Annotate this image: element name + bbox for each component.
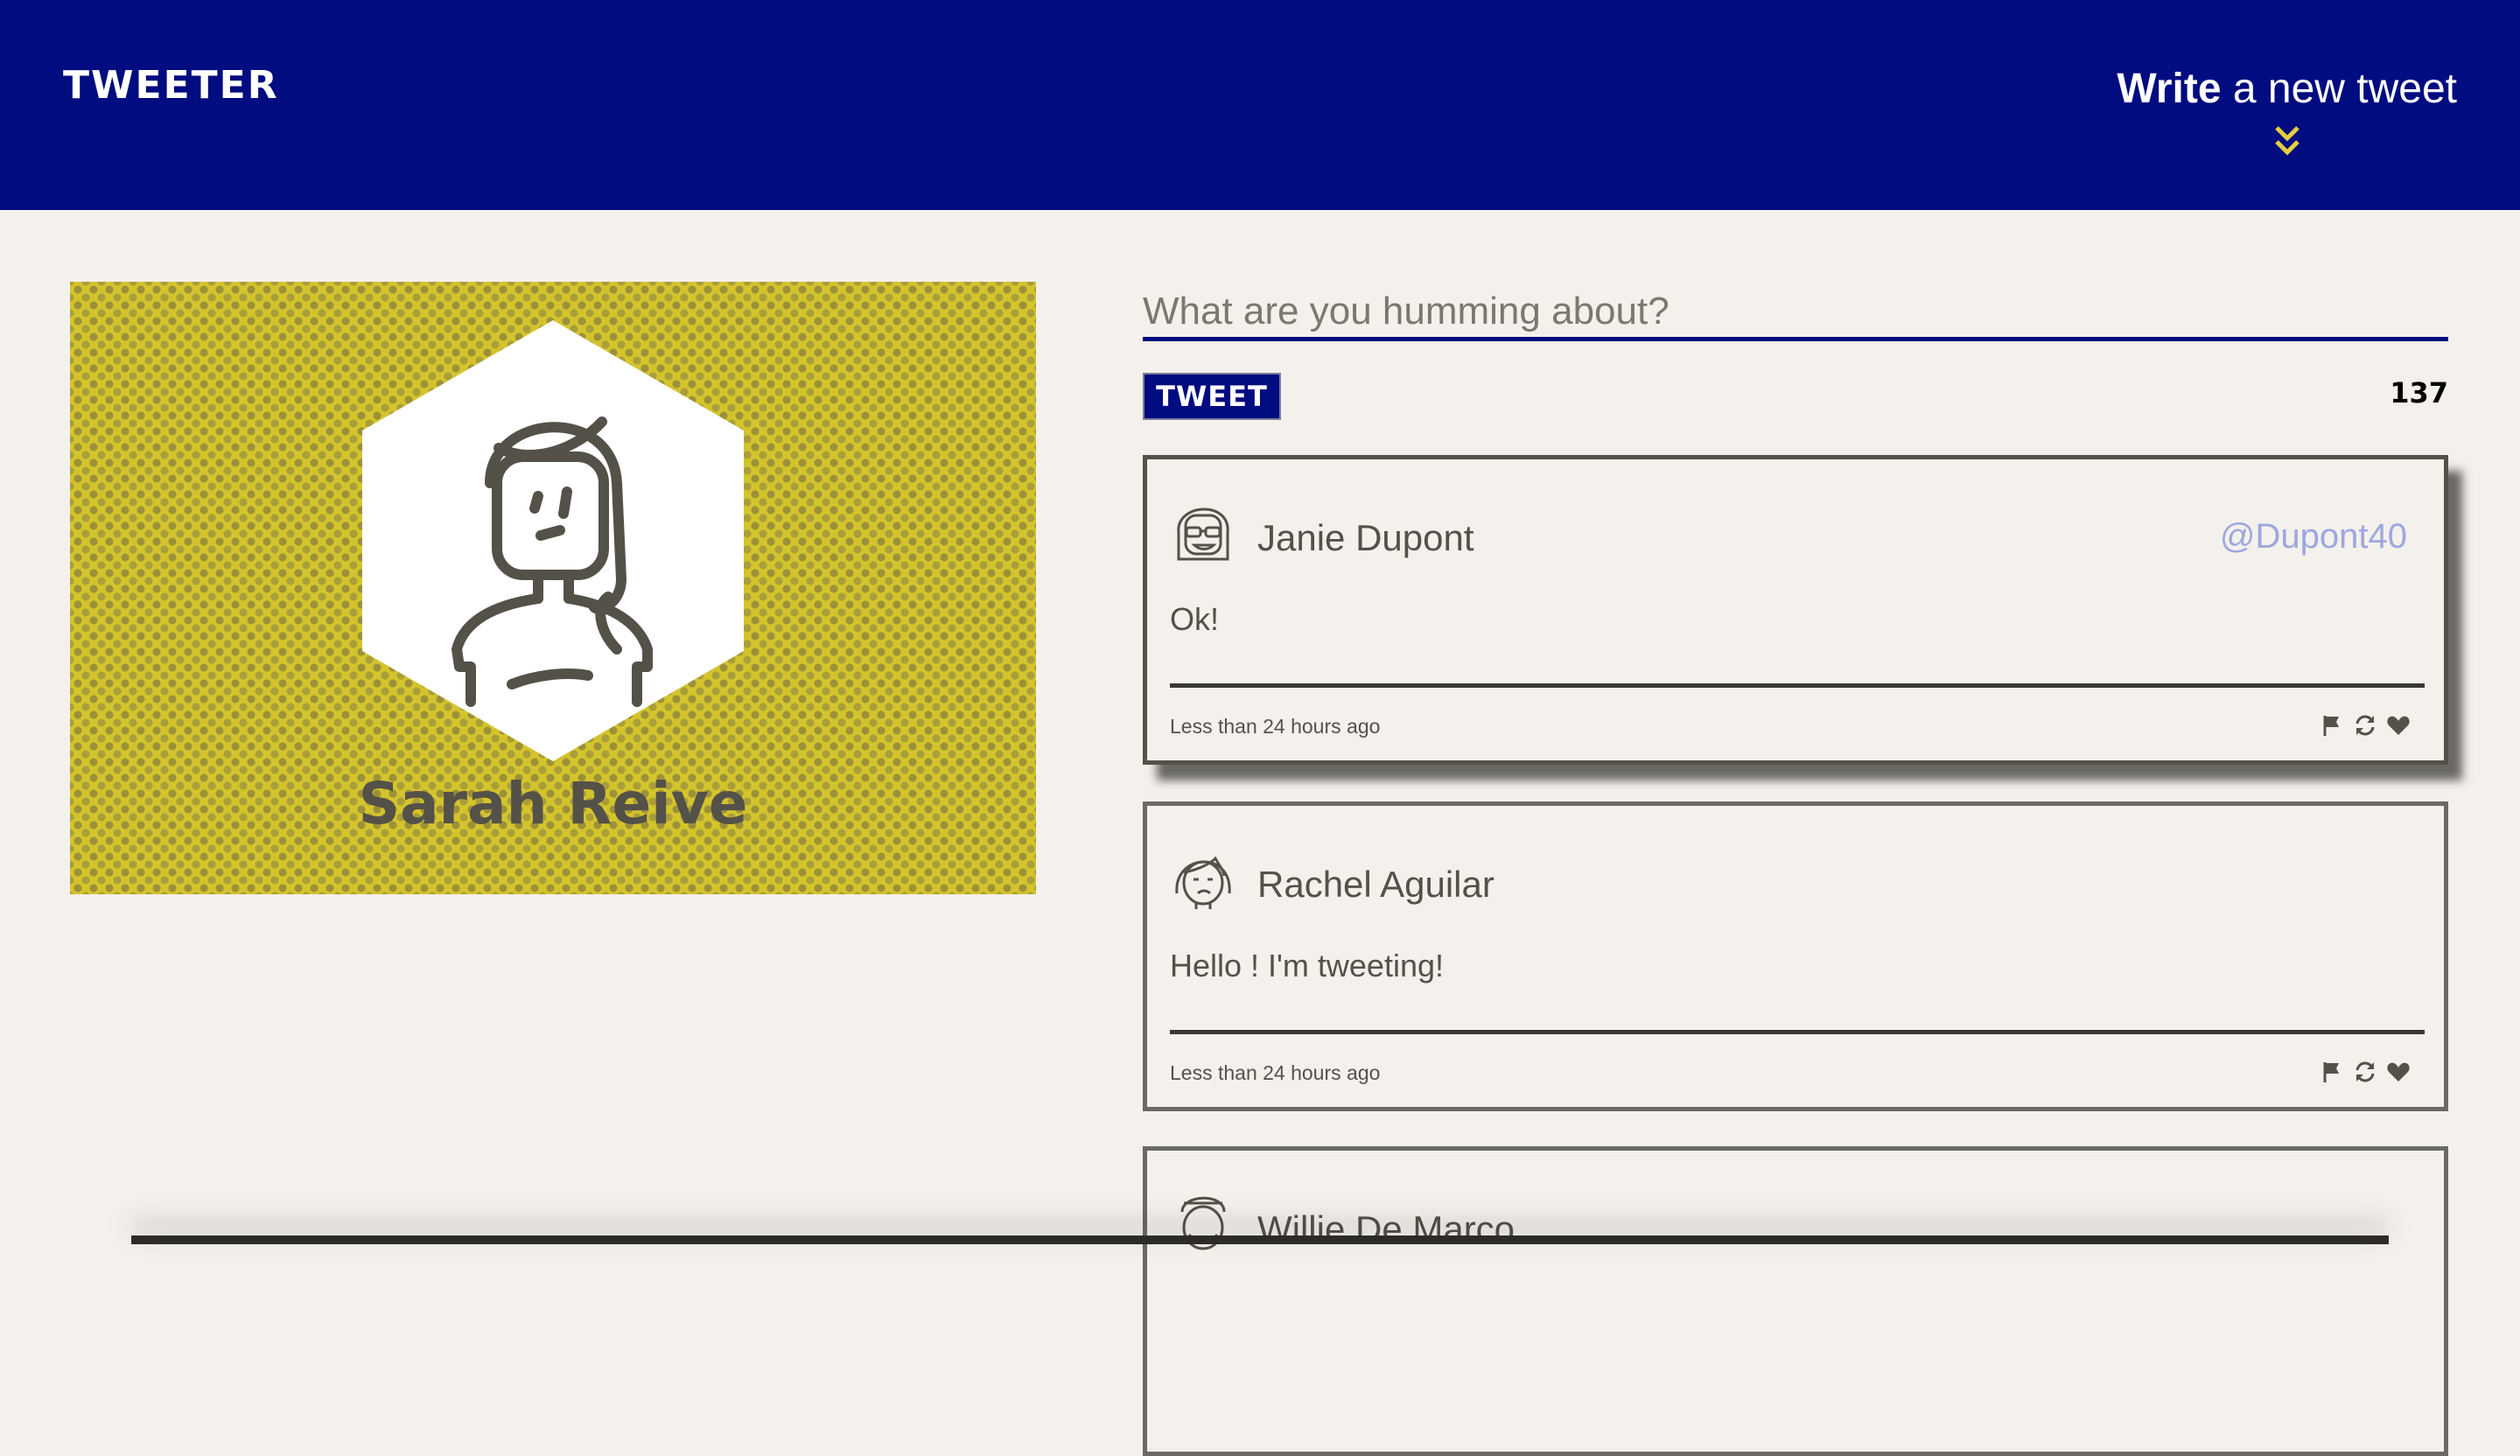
top-navbar: TWEETER Write a new tweet bbox=[0, 0, 2520, 210]
heart-icon[interactable] bbox=[2386, 713, 2411, 738]
tweet-text: Ok! bbox=[1170, 601, 1220, 637]
tweet-text: Hello ! I'm tweeting! bbox=[1170, 948, 1444, 984]
profile-avatar bbox=[362, 320, 744, 761]
tweet-text-input[interactable] bbox=[1143, 280, 2448, 341]
tweet-divider bbox=[1170, 1030, 2425, 1034]
flag-icon[interactable] bbox=[2320, 1060, 2344, 1084]
tweet-timestamp: Less than 24 hours ago bbox=[1170, 1061, 1381, 1084]
bottom-sheet-edge bbox=[131, 1236, 2389, 1244]
app-logo[interactable]: TWEETER bbox=[63, 63, 279, 108]
tweet-card: Rachel Aguilar Hello ! I'm tweeting! Les… bbox=[1143, 802, 2448, 1111]
tweet-submit-button[interactable]: TWEET bbox=[1143, 373, 1281, 420]
tweet-divider bbox=[1170, 683, 2425, 688]
write-new-tweet-toggle[interactable]: Write a new tweet bbox=[2117, 65, 2457, 156]
user-avatar-icon bbox=[1177, 508, 1229, 561]
double-chevron-down-icon[interactable] bbox=[2273, 124, 2301, 159]
retweet-icon[interactable] bbox=[2353, 713, 2377, 738]
user-avatar-icon bbox=[1175, 856, 1231, 909]
tweet-author-handle[interactable]: @Dupont40 bbox=[2220, 517, 2407, 556]
user-avatar-icon bbox=[1180, 1196, 1226, 1250]
char-counter: 137 bbox=[2390, 376, 2448, 410]
new-tweet-composer: TWEET 137 bbox=[1143, 280, 2448, 429]
tweet-actions bbox=[2320, 713, 2411, 738]
profile-card: Sarah Reive bbox=[70, 282, 1036, 894]
tweet-card: Willie De Marco bbox=[1143, 1146, 2448, 1456]
tweet-author-name: Rachel Aguilar bbox=[1257, 864, 1494, 905]
retweet-icon[interactable] bbox=[2353, 1060, 2377, 1084]
tweet-card: Janie Dupont @Dupont40 Ok! Less than 24 … bbox=[1143, 455, 2448, 765]
tweet-actions bbox=[2320, 1060, 2411, 1084]
write-new-tweet-label[interactable]: Write a new tweet bbox=[2117, 65, 2457, 113]
flag-icon[interactable] bbox=[2320, 713, 2344, 738]
profile-name: Sarah Reive bbox=[358, 770, 748, 837]
tweet-author-name: Janie Dupont bbox=[1257, 517, 1474, 558]
heart-icon[interactable] bbox=[2386, 1060, 2411, 1084]
tweet-timestamp: Less than 24 hours ago bbox=[1170, 715, 1381, 738]
